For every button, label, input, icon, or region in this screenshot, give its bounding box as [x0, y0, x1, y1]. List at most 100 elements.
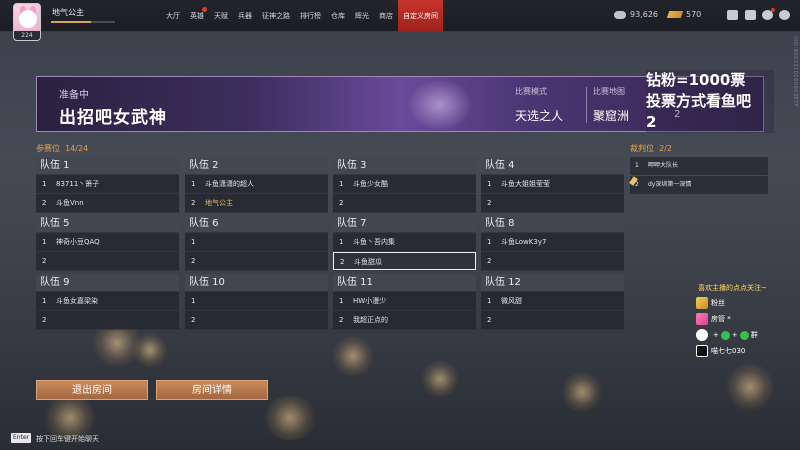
room-details-button[interactable]: 房间详情	[156, 380, 268, 400]
qq-icon	[696, 329, 708, 341]
referee-count: 2/2	[659, 144, 672, 153]
settings-icon[interactable]	[779, 10, 790, 20]
team-name: 队伍 12	[481, 274, 624, 291]
id-card-icon[interactable]	[745, 10, 756, 20]
team-card: 队伍 5 1 神奇小豆QAQ 2	[36, 215, 179, 271]
nav-item-0[interactable]: 大厅	[161, 0, 185, 32]
chat-hint[interactable]: 按下回车键开始聊天	[36, 434, 99, 444]
team-slot[interactable]: 1 83711丶箫子	[36, 175, 179, 193]
team-slot[interactable]: 1	[185, 292, 328, 310]
slot-number: 2	[42, 257, 47, 265]
referee-slot[interactable]: 1 呷呷大队长	[630, 157, 768, 175]
referee-number: 1	[635, 162, 639, 169]
top-bar: 224 地气公主 大厅 英雄 天赋 兵器 征神之路 排行榜 仓库 辉光 商店 自定义房间 93,6…	[0, 0, 800, 41]
nav-item-1[interactable]: 英雄	[185, 0, 209, 32]
stream-admin: 房管 *	[711, 315, 731, 323]
slot-player-name: 斗鱼女嘉梁染	[56, 297, 98, 305]
silver-amount: 93,626	[630, 10, 658, 19]
slot-player-name: 斗鱼Vnn	[56, 199, 84, 207]
nav-item-label: 兵器	[238, 12, 252, 20]
xp-bar	[51, 21, 115, 23]
slot-number: 1	[487, 297, 492, 305]
team-card: 队伍 12 1 微风甜 2	[481, 274, 624, 330]
slot-player-name: 神奇小豆QAQ	[56, 238, 100, 246]
slot-number: 2	[191, 199, 196, 207]
stream-fan: 粉丝	[711, 299, 725, 307]
team-slot[interactable]: 2 斗鱼Vnn	[36, 194, 179, 212]
nav-item-label: 天赋	[214, 12, 228, 20]
nav-item-label: 商店	[379, 12, 393, 20]
team-card: 队伍 10 1 2	[185, 274, 328, 330]
slot-number: 2	[487, 257, 492, 265]
team-slot[interactable]: 1 斗鱼潇潇的超人	[185, 175, 328, 193]
friends-icon[interactable]	[762, 8, 775, 20]
slot-number: 1	[339, 238, 344, 246]
slot-number: 2	[191, 316, 196, 324]
referee-slot[interactable]: 2 dy深圳第一深情	[629, 176, 768, 194]
team-slot[interactable]: 2	[36, 252, 179, 270]
nav-item-7[interactable]: 辉光	[350, 0, 374, 32]
mail-icon[interactable]	[727, 10, 738, 20]
mode-label: 比赛模式	[515, 87, 547, 96]
nav-item-5[interactable]: 排行榜	[295, 0, 326, 32]
team-slot[interactable]: 2	[481, 311, 624, 329]
team-slot[interactable]: 2	[185, 311, 328, 329]
silver-coin-icon	[614, 10, 626, 19]
slot-player-name: 83711丶箫子	[56, 180, 100, 188]
player-avatar[interactable]: 224	[13, 3, 41, 41]
map-label: 比赛地图	[593, 87, 625, 96]
team-slot[interactable]: 1 斗鱼LowK3y7	[481, 233, 624, 251]
fan-badge-icon	[696, 297, 708, 309]
team-slot[interactable]: 1 HW小漫少	[333, 292, 476, 310]
team-card: 队伍 2 1 斗鱼潇潇的超人 2 地气公主	[185, 157, 328, 213]
nav-item-3[interactable]: 兵器	[233, 0, 257, 32]
team-slot[interactable]: 1	[185, 233, 328, 251]
team-slot[interactable]: 2	[333, 194, 476, 212]
team-slot[interactable]: 2	[36, 311, 179, 329]
exit-room-button[interactable]: 退出房间	[36, 380, 148, 400]
team-slot[interactable]: 2 斗鱼甜瓜	[333, 252, 476, 270]
nav-item-8[interactable]: 商店	[374, 0, 398, 32]
stream-follow-title: 喜欢主播的点点关注~	[698, 284, 767, 292]
team-slot[interactable]: 1 斗鱼大姐姐莹莹	[481, 175, 624, 193]
nav-item-6[interactable]: 仓库	[326, 0, 350, 32]
slot-number: 2	[340, 258, 345, 266]
uid-vertical-text: UID:8003310160003E7F	[792, 36, 798, 108]
stream-groups: 群	[750, 331, 758, 339]
nav-item-4[interactable]: 征神之路	[257, 0, 295, 32]
gold-amount: 570	[686, 10, 702, 19]
slot-number: 2	[487, 316, 492, 324]
team-slot[interactable]: 1 斗鱼少女酷	[333, 175, 476, 193]
team-card: 队伍 11 1 HW小漫少 2 我超正点的	[333, 274, 476, 330]
team-slot[interactable]: 1 微风甜	[481, 292, 624, 310]
stream-douyin-line: 喵七七030	[696, 344, 745, 358]
silver-currency: 93,626	[614, 10, 658, 19]
nav-item-2[interactable]: 天赋	[209, 0, 233, 32]
team-card: 队伍 6 1 2	[185, 215, 328, 271]
team-slot[interactable]: 1 斗鱼丶吾内集	[333, 233, 476, 251]
team-slot[interactable]: 1 斗鱼女嘉梁染	[36, 292, 179, 310]
stream-vote-overlay: 钻粉=1000票 投票方式看鱼吧 2	[646, 70, 774, 133]
team-slot[interactable]: 2	[481, 194, 624, 212]
nav-item-label: 自定义房间	[403, 12, 438, 20]
avatar-face	[19, 10, 37, 28]
team-card: 队伍 8 1 斗鱼LowK3y7 2	[481, 215, 624, 271]
slot-player-name: 斗鱼少女酷	[353, 180, 388, 188]
notification-dot	[202, 7, 207, 12]
slot-number: 2	[191, 257, 196, 265]
slot-player-name: HW小漫少	[353, 297, 387, 305]
nav-item-9[interactable]: 自定义房间	[398, 0, 443, 32]
slot-number: 1	[191, 297, 196, 305]
team-name: 队伍 2	[185, 157, 328, 174]
team-slot[interactable]: 2	[481, 252, 624, 270]
team-slot[interactable]: 2 地气公主	[185, 194, 328, 212]
team-slot[interactable]: 1 神奇小豆QAQ	[36, 233, 179, 251]
referee-list: 1 呷呷大队长 2 dy深圳第一深情	[629, 157, 768, 195]
team-slot[interactable]: 2 我超正点的	[333, 311, 476, 329]
slot-number: 2	[487, 199, 492, 207]
stream-fan-line: 粉丝	[696, 296, 725, 310]
nav-item-label: 英雄	[190, 12, 204, 20]
player-level: 224	[14, 31, 40, 40]
slot-number: 1	[339, 297, 344, 305]
team-slot[interactable]: 2	[185, 252, 328, 270]
